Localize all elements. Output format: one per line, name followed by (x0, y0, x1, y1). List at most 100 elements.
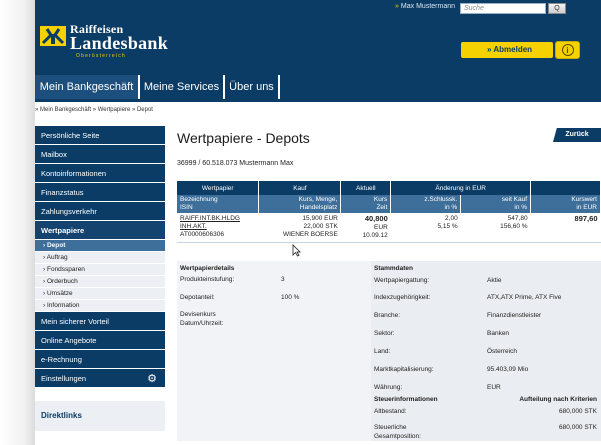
securities-table: Wertpapier Kauf Aktuell Änderung in EUR … (177, 181, 601, 243)
direktlinks-heading: Direktlinks (35, 401, 165, 431)
tab-meine-services[interactable]: Meine Services (140, 75, 224, 99)
account-info: 36999 / 60.518.073 Mustermann Max (177, 160, 294, 167)
cell-value: 10.09.12 (362, 232, 388, 239)
info-icon: i (561, 44, 574, 56)
back-button[interactable]: Zurück (553, 128, 601, 142)
sidebar-item-persoenliche-seite[interactable]: Persönliche Seite (35, 126, 165, 145)
detail-label: Produkteinstufung: (180, 276, 235, 283)
col-label: Handelsplatz (299, 204, 338, 211)
search-input[interactable]: Suche (460, 3, 546, 14)
security-link[interactable]: INH.AKT. (180, 223, 207, 230)
sidebar-subitem-orderbuch[interactable]: › Orderbuch (35, 276, 165, 288)
col-seit-kauf: seit Kauf in % (460, 195, 532, 213)
cell-schlusskurs: 2,00 5,15 % (390, 213, 461, 243)
stammdaten-heading: Stammdaten (374, 265, 414, 272)
header: » Max Mustermann Suche Q Raiffeisen Lande… (35, 0, 601, 75)
cell-aktuell: 40,800 EUR 10.09.12 (340, 213, 391, 243)
tab-mein-bankgeschaeft[interactable]: Mein Bankgeschäft (35, 75, 139, 99)
col-label: Bezeichnung (180, 196, 218, 203)
stamm-label: Branche: (374, 312, 401, 319)
detail-label: Datum/Uhrzeit: (180, 320, 224, 327)
detail-value: 3 (281, 276, 285, 283)
aufteilung-heading: Aufteilung nach Kriterien (519, 396, 597, 403)
sidebar-item-e-rechnung[interactable]: e-Rechnung (35, 350, 165, 369)
col-label: Kurs, Menge, (298, 196, 338, 203)
stammdaten: Stammdaten Wertpapiergattung: Aktie Inde… (371, 261, 601, 441)
sidebar-item-label: Einstellungen (41, 374, 87, 383)
group-wertpapier: Wertpapier (177, 181, 260, 195)
group-kauf: Kauf (258, 181, 342, 195)
sidebar-subitem-label: Depot (46, 242, 66, 249)
sidebar-subitem-auftrag[interactable]: › Auftrag (35, 252, 165, 264)
isin: AT0000606306 (180, 231, 224, 238)
col-label: seit Kauf (501, 196, 528, 203)
sidebar-subitem-fondssparen[interactable]: › Fondssparen (35, 264, 165, 276)
steuer-value: 680,000 STK (559, 408, 597, 415)
detail-value: 100 % (281, 294, 300, 301)
cell-value: 5,15 % (437, 223, 458, 230)
group-aenderung: Änderung in EUR (390, 181, 532, 195)
logo-mark-icon (40, 26, 66, 46)
sidebar-item-online-angebote[interactable]: Online Angebote (35, 331, 165, 350)
col-label: in % (444, 204, 458, 211)
cell-value: 156,60 % (500, 223, 528, 230)
detail-label: Depotanteil: (180, 294, 215, 301)
cell-value: 40,800 (364, 214, 388, 223)
sidebar-subitem-label: Orderbuch (46, 278, 78, 285)
stamm-value: Österreich (487, 348, 517, 355)
details-panel: Wertpapierdetails Produkteinstufung: 3 D… (177, 261, 601, 441)
steuer-label: Altbestand: (374, 408, 407, 415)
sidebar-item-einstellungen[interactable]: Einstellungen ⚙ (35, 369, 165, 388)
table-row[interactable]: RAIFF.INT.BK.HLDG INH.AKT. AT0000606306 15… (177, 213, 601, 243)
logo[interactable]: Raiffeisen Landesbank Oberösterreich (40, 22, 180, 62)
sidebar-item-mein-sicherer-vorteil[interactable]: Mein sicherer Vorteil (35, 312, 165, 331)
security-link[interactable]: RAIFF.INT.BK.HLDG (180, 215, 240, 222)
stamm-value: Banken (487, 330, 510, 337)
user-name[interactable]: Max Mustermann (401, 3, 455, 10)
stamm-value: Finanzdienstleister (487, 312, 542, 319)
sidebar-item-finanzstatus[interactable]: Finanzstatus (35, 183, 165, 202)
info-button[interactable]: i (555, 41, 580, 59)
main-nav: Mein Bankgeschäft Meine Services Über un… (35, 75, 601, 102)
cell-seit-kauf: 547,80 156,60 % (460, 213, 531, 243)
col-kurswert: Kurswert in EUR (530, 195, 601, 213)
details-heading: Wertpapierdetails (180, 265, 235, 272)
user-link[interactable]: » Max Mustermann (395, 3, 455, 10)
logout-button[interactable]: » Abmelden (461, 42, 553, 58)
stamm-value: Aktie (487, 277, 502, 284)
search-icon[interactable]: Q (548, 3, 566, 14)
sidebar-item-wertpapiere[interactable]: Wertpapiere (35, 221, 165, 240)
steuer-label: Gesamtposition: (374, 433, 421, 440)
cell-value: 2,00 (445, 215, 458, 222)
logo-line3: Oberösterreich (76, 53, 126, 59)
breadcrumb[interactable]: » Mein Bankgeschäft » Wertpapiere » Depo… (35, 107, 153, 113)
col-schlusskurs: z.Schlussk. in % (390, 195, 462, 213)
mouse-cursor-icon (292, 244, 301, 260)
cell-value: WIENER BOERSE (282, 231, 338, 238)
sidebar-subitem-information[interactable]: › Information (35, 300, 165, 312)
sidebar-subitem-label: Information (46, 302, 80, 309)
stamm-value: EUR (487, 384, 501, 391)
page: » Max Mustermann Suche Q Raiffeisen Lande… (35, 0, 601, 445)
nav-fill (280, 75, 601, 99)
tab-ueber-uns[interactable]: Über uns (225, 75, 279, 99)
col-bezeichnung: Bezeichnung ISIN (177, 195, 260, 213)
group-aktuell: Aktuell (340, 181, 392, 195)
sidebar-item-mailbox[interactable]: Mailbox (35, 145, 165, 164)
cell-value: 547,80 (507, 215, 528, 222)
steuer-heading: Steuerinformationen (374, 396, 438, 403)
stamm-label: Marktkapitalisierung: (374, 366, 434, 373)
col-label: in % (514, 204, 528, 211)
sidebar-item-kontoinformationen[interactable]: Kontoinformationen (35, 164, 165, 183)
cell-kauf: 15,900 EUR 22,000 STK WIENER BOERSE (258, 213, 341, 243)
col-label: z.Schlussk. (424, 196, 458, 203)
wertpapierdetails: Wertpapierdetails Produkteinstufung: 3 D… (177, 261, 371, 441)
sidebar-item-zahlungsverkehr[interactable]: Zahlungsverkehr (35, 202, 165, 221)
col-label: Kurswert (571, 196, 597, 203)
page-shadow (0, 0, 35, 445)
col-label: in EUR (576, 204, 597, 211)
sidebar-subitem-depot[interactable]: › Depot (35, 240, 165, 252)
cell-bezeichnung[interactable]: RAIFF.INT.BK.HLDG INH.AKT. AT0000606306 (177, 213, 259, 243)
stamm-value: ATX,ATX Prime, ATX Five (487, 294, 562, 301)
sidebar-subitem-umsaetze[interactable]: › Umsätze (35, 288, 165, 300)
